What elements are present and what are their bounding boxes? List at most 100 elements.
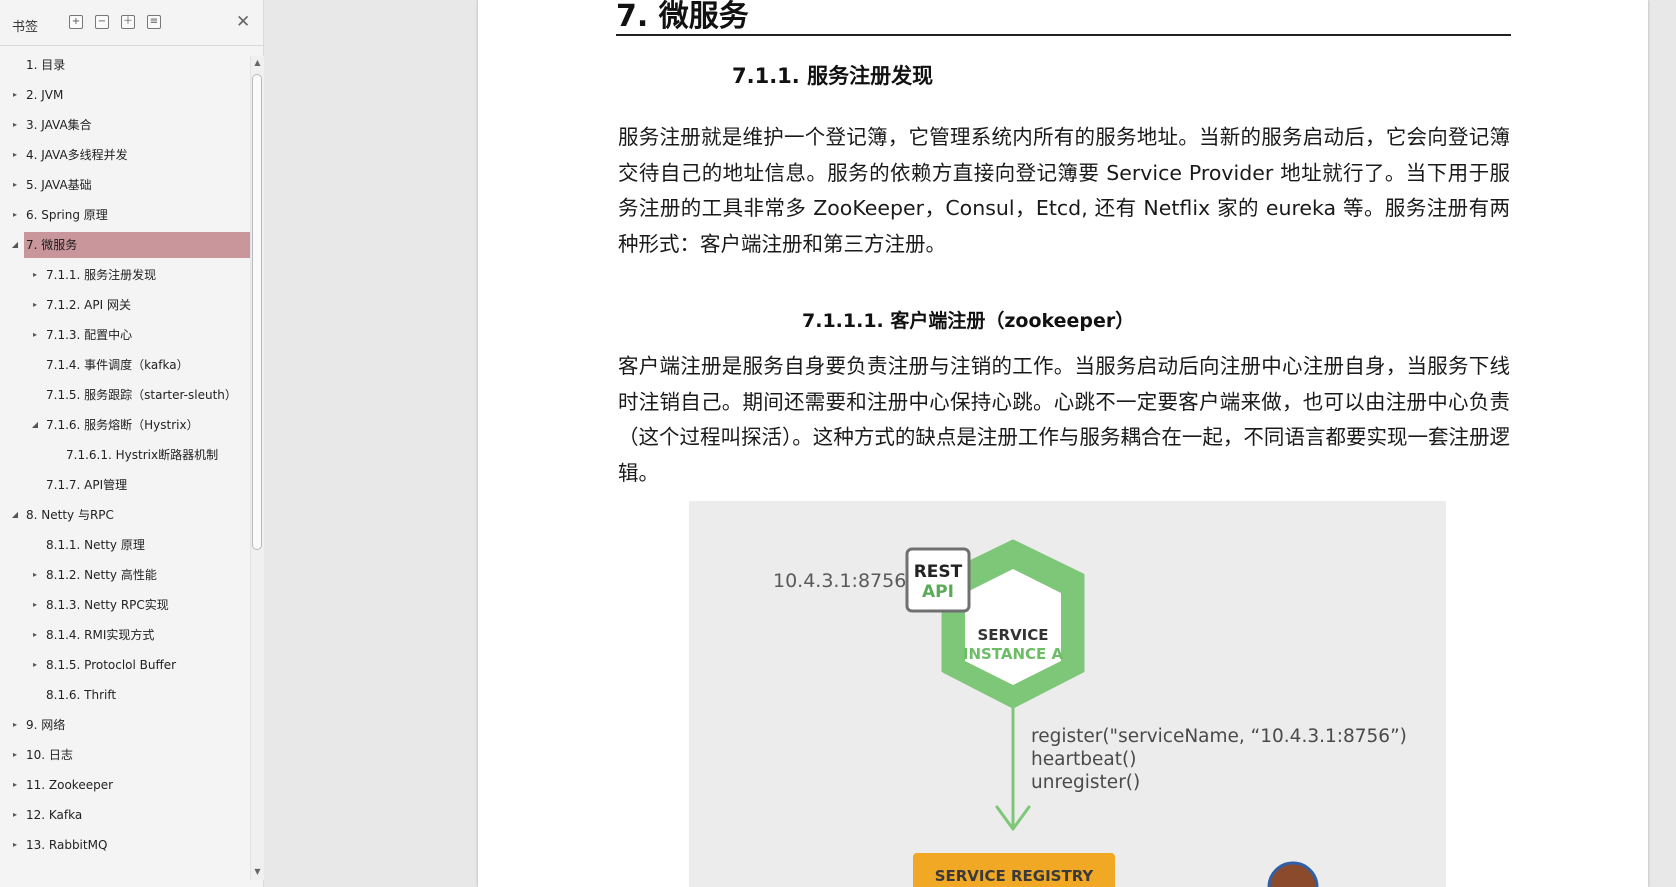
bookmark-item-label: 8.1.1. Netty 原理 bbox=[46, 538, 145, 552]
heading-subsection: 7.1.1.1. 客户端注册（zookeeper） bbox=[802, 310, 1135, 332]
registry-node-circle bbox=[1267, 861, 1319, 887]
heading-section: 7.1.1. 服务注册发现 bbox=[732, 64, 934, 88]
collapsed-caret-icon[interactable]: ▸ bbox=[30, 322, 40, 348]
document-page: 7. 微服务 7.1.1. 服务注册发现 服务注册就是维护一个登记簿，它管理系统… bbox=[478, 0, 1648, 887]
bookmark-item[interactable]: 8. Netty 与RPC bbox=[24, 502, 250, 528]
bookmark-item-label: 3. JAVA集合 bbox=[26, 118, 92, 132]
bookmark-item-label: 6. Spring 原理 bbox=[26, 208, 108, 222]
diagram-canvas: REST API 10.4.3.1:8756 SERVICE INSTANCE … bbox=[773, 539, 1407, 887]
expand-all-icon[interactable]: + bbox=[69, 15, 83, 29]
expanded-caret-icon[interactable]: ◢ bbox=[30, 412, 40, 438]
bookmark-item-label: 1. 目录 bbox=[26, 58, 66, 72]
bookmark-item[interactable]: 8.1.4. RMI实现方式 bbox=[44, 622, 250, 648]
bookmark-options-icon[interactable]: ≡ bbox=[147, 15, 161, 29]
rest-label: REST bbox=[914, 562, 963, 582]
bookmark-item-label: 2. JVM bbox=[26, 88, 64, 102]
collapsed-caret-icon[interactable]: ▸ bbox=[10, 712, 20, 738]
bookmark-item[interactable]: 1. 目录 bbox=[24, 56, 250, 78]
bookmark-item-label: 7.1.7. API管理 bbox=[46, 478, 128, 492]
scrollbar-thumb[interactable] bbox=[252, 74, 262, 550]
bookmark-item[interactable]: 6. Spring 原理 bbox=[24, 202, 250, 228]
bookmark-item-label: 5. JAVA基础 bbox=[26, 178, 92, 192]
bookmark-item-label: 8.1.4. RMI实现方式 bbox=[46, 628, 155, 642]
collapsed-caret-icon[interactable]: ▸ bbox=[30, 592, 40, 618]
collapsed-caret-icon[interactable]: ▸ bbox=[10, 832, 20, 858]
bookmark-item[interactable]: 7. 微服务 bbox=[24, 232, 250, 258]
bookmark-item[interactable]: 7.1.7. API管理 bbox=[44, 472, 250, 498]
bookmark-item-label: 9. 网络 bbox=[26, 718, 66, 732]
bookmark-item-label: 7.1.4. 事件调度（kafka） bbox=[46, 358, 189, 372]
scroll-up-arrow-icon[interactable]: ▲ bbox=[251, 58, 264, 67]
api-label: API bbox=[922, 582, 954, 602]
bookmark-item-label: 12. Kafka bbox=[26, 808, 83, 822]
bookmark-item[interactable]: 5. JAVA基础 bbox=[24, 172, 250, 198]
collapsed-caret-icon[interactable]: ▸ bbox=[30, 652, 40, 678]
bookmark-item[interactable]: 7.1.6.1. Hystrix断路器机制 bbox=[64, 442, 250, 468]
bookmark-item[interactable]: 8.1.1. Netty 原理 bbox=[44, 532, 250, 558]
bookmark-panel: 书签 + − ＋ ≡ ✕ 1. 目录 2. JVM ▸ 3. JAVA集合 ▸ 4. JA… bbox=[0, 0, 264, 887]
bookmark-item[interactable]: 7.1.2. API 网关 bbox=[44, 292, 250, 318]
collapsed-caret-icon[interactable]: ▸ bbox=[30, 562, 40, 588]
bookmark-item-label: 8.1.2. Netty 高性能 bbox=[46, 568, 157, 582]
bookmark-item[interactable]: 13. RabbitMQ bbox=[24, 832, 250, 858]
instance-a-label: INSTANCE A bbox=[963, 645, 1064, 663]
collapsed-caret-icon[interactable]: ▸ bbox=[10, 772, 20, 798]
collapse-all-icon[interactable]: − bbox=[95, 15, 109, 29]
bookmark-tree: 1. 目录 2. JVM ▸ 3. JAVA集合 ▸ 4. JAVA多线程并发 ▸ 5. JA… bbox=[0, 56, 250, 880]
bookmark-item-label: 7.1.5. 服务跟踪（starter-sleuth） bbox=[46, 388, 237, 402]
bookmark-item[interactable]: 8.1.5. Protoclol Buffer bbox=[44, 652, 250, 678]
bookmark-item[interactable]: 8.1.3. Netty RPC实现 bbox=[44, 592, 250, 618]
heading-underline bbox=[616, 34, 1511, 36]
expanded-caret-icon[interactable]: ◢ bbox=[10, 232, 20, 258]
bookmark-item[interactable]: 7.1.1. 服务注册发现 bbox=[44, 262, 250, 288]
service-registry-label: SERVICE REGISTRY bbox=[935, 867, 1095, 885]
collapsed-caret-icon[interactable]: ▸ bbox=[10, 802, 20, 828]
bookmark-item[interactable]: 11. Zookeeper bbox=[24, 772, 250, 798]
bookmark-item[interactable]: 9. 网络 bbox=[24, 712, 250, 738]
sidebar-scrollbar[interactable]: ▲ ▼ bbox=[250, 56, 264, 880]
bookmark-item[interactable]: 8.1.2. Netty 高性能 bbox=[44, 562, 250, 588]
bookmark-item[interactable]: 3. JAVA集合 bbox=[24, 112, 250, 138]
collapsed-caret-icon[interactable]: ▸ bbox=[30, 262, 40, 288]
bookmark-item-label: 11. Zookeeper bbox=[26, 778, 114, 792]
bookmark-item-label: 8. Netty 与RPC bbox=[26, 508, 114, 522]
collapsed-caret-icon[interactable]: ▸ bbox=[30, 622, 40, 648]
bookmark-item-label: 7.1.6. 服务熔断（Hystrix） bbox=[46, 418, 199, 432]
bookmark-item[interactable]: 7.1.5. 服务跟踪（starter-sleuth） bbox=[44, 382, 250, 408]
register-call: register("serviceName, “10.4.3.1:8756”) bbox=[1031, 726, 1407, 747]
bookmark-panel-title: 书签 bbox=[12, 20, 39, 35]
collapsed-caret-icon[interactable]: ▸ bbox=[10, 742, 20, 768]
bookmark-item-label: 10. 日志 bbox=[26, 748, 73, 762]
bookmark-item-label: 4. JAVA多线程并发 bbox=[26, 148, 128, 162]
bookmark-item-label: 7.1.3. 配置中心 bbox=[46, 328, 133, 342]
bookmark-item[interactable]: 7.1.4. 事件调度（kafka） bbox=[44, 352, 250, 378]
paragraph-intro: 服务注册就是维护一个登记簿，它管理系统内所有的服务地址。当新的服务启动后，它会向… bbox=[618, 125, 1510, 256]
collapsed-caret-icon[interactable]: ▸ bbox=[10, 142, 20, 168]
heading-chapter: 7. 微服务 bbox=[616, 0, 749, 34]
expanded-caret-icon[interactable]: ◢ bbox=[10, 502, 20, 528]
unregister-call: unregister() bbox=[1031, 772, 1140, 793]
bookmark-item[interactable]: 7.1.6. 服务熔断（Hystrix） bbox=[44, 412, 250, 438]
bookmark-item[interactable]: 4. JAVA多线程并发 bbox=[24, 142, 250, 168]
bookmark-item[interactable]: 10. 日志 bbox=[24, 742, 250, 768]
collapsed-caret-icon[interactable]: ▸ bbox=[10, 202, 20, 228]
bookmark-item[interactable]: 2. JVM bbox=[24, 82, 250, 108]
add-bookmark-icon[interactable]: ＋ bbox=[121, 15, 135, 29]
collapsed-caret-icon[interactable]: ▸ bbox=[10, 112, 20, 138]
close-icon[interactable]: ✕ bbox=[236, 12, 250, 32]
bookmark-panel-header: 书签 + − ＋ ≡ ✕ bbox=[0, 0, 264, 46]
scroll-down-arrow-icon[interactable]: ▼ bbox=[251, 867, 264, 876]
bookmark-item-label: 7.1.1. 服务注册发现 bbox=[46, 268, 157, 282]
bookmark-item-label: 8.1.3. Netty RPC实现 bbox=[46, 598, 169, 612]
collapsed-caret-icon[interactable]: ▸ bbox=[10, 172, 20, 198]
instance-ip-address: 10.4.3.1:8756 bbox=[773, 570, 906, 592]
bookmark-item-label: 7.1.6.1. Hystrix断路器机制 bbox=[66, 448, 219, 462]
bookmark-item-label: 8.1.6. Thrift bbox=[46, 688, 117, 702]
service-registry-diagram: REST API 10.4.3.1:8756 SERVICE INSTANCE … bbox=[689, 501, 1446, 887]
collapsed-caret-icon[interactable]: ▸ bbox=[10, 82, 20, 108]
bookmark-item[interactable]: 12. Kafka bbox=[24, 802, 250, 828]
collapsed-caret-icon[interactable]: ▸ bbox=[30, 292, 40, 318]
bookmark-item[interactable]: 7.1.3. 配置中心 bbox=[44, 322, 250, 348]
bookmark-item[interactable]: 8.1.6. Thrift bbox=[44, 682, 250, 708]
bookmark-item-label: 8.1.5. Protoclol Buffer bbox=[46, 658, 177, 672]
